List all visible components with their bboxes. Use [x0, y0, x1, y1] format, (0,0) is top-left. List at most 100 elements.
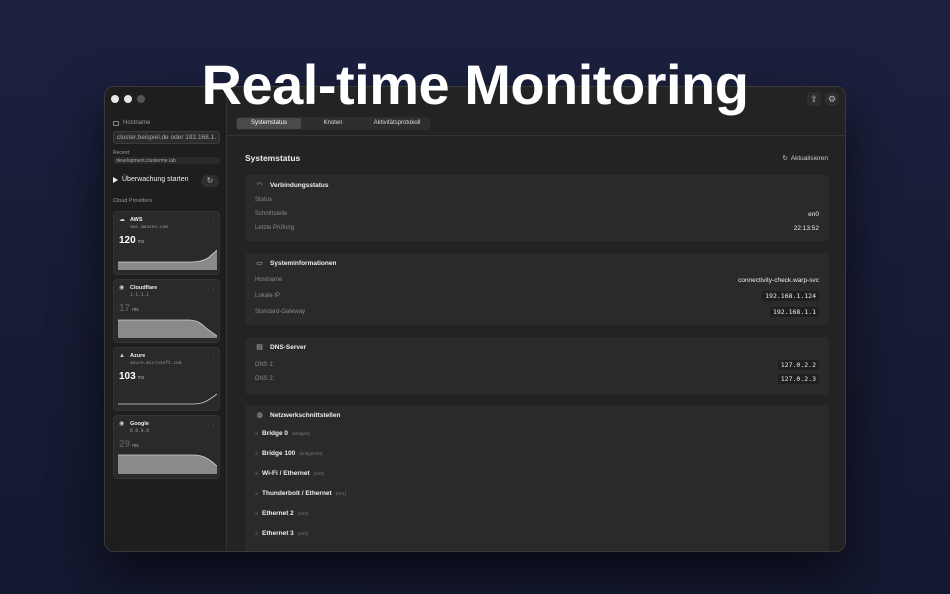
interfaces-panel: ◍ Netzwerkschnittstellen Bridge 0 (bridg… — [245, 405, 829, 551]
kv-value: en0 — [808, 211, 819, 218]
latency-value: 120 ms — [119, 235, 145, 246]
interface-name: Bridge 100 — [262, 449, 296, 457]
chevron-right-icon: › — [212, 355, 214, 361]
kv-row: Lokale IP 192.168.1.124 — [255, 291, 819, 303]
provider-host: 8.8.8.8 — [130, 429, 149, 434]
interface-row[interactable]: Bridge 100 (bridge100) — [255, 448, 322, 458]
kv-value: connectivity-check.warp-svc — [738, 277, 819, 284]
interface-device: (en1) — [335, 490, 347, 496]
kv-value: 127.0.2.2 — [777, 360, 819, 370]
status-dot — [255, 491, 258, 495]
interface-row[interactable]: Ethernet 2 (en2) — [255, 508, 308, 518]
interface-device: (en3) — [297, 530, 309, 536]
interface-device: (en0) — [313, 470, 325, 476]
kv-key: Lokale IP — [255, 293, 281, 299]
panel-title: Verbindungsstatus — [270, 181, 329, 189]
panel-title: DNS-Server — [270, 343, 307, 351]
status-dot — [255, 531, 258, 535]
providers-label: Cloud Providers — [113, 198, 153, 204]
latency-sparkline — [118, 249, 217, 270]
panel-title: Netzwerkschnittstellen — [270, 411, 341, 419]
kv-key: DNS 2: — [255, 376, 275, 382]
latency-value: 103 ms — [119, 371, 145, 382]
divider — [227, 135, 845, 136]
chevron-right-icon: › — [212, 219, 214, 225]
server-icon — [113, 120, 119, 126]
latency-sparkline — [118, 393, 217, 405]
globe-icon: ◍ — [256, 412, 263, 419]
kv-row: Schnittstelle en0 — [255, 211, 819, 221]
interface-name: Ethernet 2 — [262, 509, 294, 517]
play-icon — [113, 176, 118, 183]
start-monitoring-button[interactable]: Überwachung starten — [113, 176, 189, 183]
kv-value: 192.168.1.1 — [769, 307, 819, 317]
panel-header: ▤ DNS-Server — [255, 343, 307, 352]
interface-device: (en2) — [297, 510, 309, 516]
app-window: Hostname cluster.beispiel.de oder 192.16… — [104, 86, 846, 552]
provider-name: Google — [130, 421, 149, 427]
kv-key: Schnittstelle — [255, 211, 288, 217]
provider-card-google[interactable]: ◉ Google › 8.8.8.8 29 ms — [113, 415, 220, 479]
interface-row[interactable]: Thunderbolt / Ethernet (en1) — [255, 488, 346, 498]
hostname-label: Hostname — [123, 120, 151, 126]
reload-button[interactable]: ↻ Aktualisieren — [782, 154, 828, 163]
provider-card-aws[interactable]: ☁ AWS › aws.amazon.com 120 ms — [113, 211, 220, 275]
azure-icon: ▲ — [119, 353, 125, 359]
interface-row[interactable]: Ethernet 3 (en3) — [255, 528, 308, 538]
provider-name: Azure — [130, 353, 146, 359]
interface-name: Ethernet 3 — [262, 529, 294, 537]
interface-name: Thunderbolt / Ethernet — [262, 489, 332, 497]
kv-row: Letzte Prüfung 22:13:52 — [255, 225, 819, 235]
latency-value: 29 ms — [119, 439, 139, 450]
provider-name: Cloudflare — [130, 285, 158, 291]
kv-row: Hostname connectivity-check.warp-svc — [255, 277, 819, 287]
dns-panel: ▤ DNS-Server DNS 1: 127.0.2.2 DNS 2: 127… — [245, 337, 829, 395]
provider-card-cloudflare[interactable]: ◉ Cloudflare › 1.1.1.1 17 ms — [113, 279, 220, 343]
interface-name: Wi-Fi / Ethernet — [262, 469, 310, 477]
interface-device: (bridge0) — [292, 430, 311, 436]
wifi-icon: ◠ — [256, 182, 263, 189]
kv-key: Status — [255, 197, 273, 203]
provider-card-azure[interactable]: ▲ Azure › azure.microsoft.com 103 ms — [113, 347, 220, 411]
tab-systemstatus[interactable]: Systemstatus — [237, 118, 301, 129]
reload-label: Aktualisieren — [790, 154, 828, 162]
laptop-icon: ▭ — [256, 260, 263, 267]
latency-sparkline — [118, 454, 217, 474]
kv-value: 192.168.1.124 — [762, 291, 819, 301]
kv-key: Standard-Gateway — [255, 309, 306, 315]
latency-value: 17 ms — [119, 303, 139, 314]
kv-key: Hostname — [255, 277, 283, 283]
hostname-input[interactable]: cluster.beispiel.de oder 192.168.1. — [113, 131, 220, 144]
system-info-panel: ▭ Systeminformationen Hostname connectiv… — [245, 253, 829, 325]
provider-host: aws.amazon.com — [130, 225, 168, 230]
kv-row: DNS 2: 127.0.2.3 — [255, 374, 819, 386]
tab-aktivitaetsprotokoll[interactable]: Aktivitätsprotokoll — [365, 118, 429, 129]
refresh-icon: ↻ — [206, 176, 214, 185]
kv-value: 22:13:52 — [793, 225, 819, 232]
provider-host: 1.1.1.1 — [130, 293, 149, 298]
kv-row: Status — [255, 197, 819, 207]
start-monitoring-label: Überwachung starten — [122, 176, 189, 183]
latency-sparkline — [118, 319, 217, 338]
refresh-button[interactable]: ↻ — [201, 175, 219, 187]
interface-device: (bridge100) — [299, 450, 323, 456]
panel-header: ▭ Systeminformationen — [255, 259, 336, 268]
kv-row: Standard-Gateway 192.168.1.1 — [255, 307, 819, 319]
main-content: ⇪ ⚙ Systemstatus Knoten Aktivitätsprotok… — [227, 87, 845, 551]
globe-icon: ◉ — [119, 285, 125, 291]
interface-row[interactable]: Wi-Fi / Ethernet (en0) — [255, 468, 324, 478]
sidebar: Hostname cluster.beispiel.de oder 192.16… — [105, 87, 227, 551]
kv-key: Letzte Prüfung — [255, 225, 295, 231]
tab-knoten[interactable]: Knoten — [301, 118, 365, 129]
recent-item[interactable]: development.clusterme.lab — [113, 157, 220, 164]
provider-name: AWS — [130, 217, 143, 223]
tab-bar: Systemstatus Knoten Aktivitätsprotokoll — [236, 117, 430, 130]
kv-row: DNS 1: 127.0.2.2 — [255, 360, 819, 372]
kv-key: DNS 1: — [255, 362, 275, 368]
cloud-icon: ☁ — [119, 217, 125, 223]
refresh-icon: ↻ — [782, 155, 788, 162]
interface-row[interactable]: Bridge 0 (bridge0) — [255, 428, 310, 438]
hostname-label-row: Hostname — [113, 120, 150, 126]
chevron-right-icon: › — [212, 423, 214, 429]
provider-host: azure.microsoft.com — [130, 361, 182, 366]
